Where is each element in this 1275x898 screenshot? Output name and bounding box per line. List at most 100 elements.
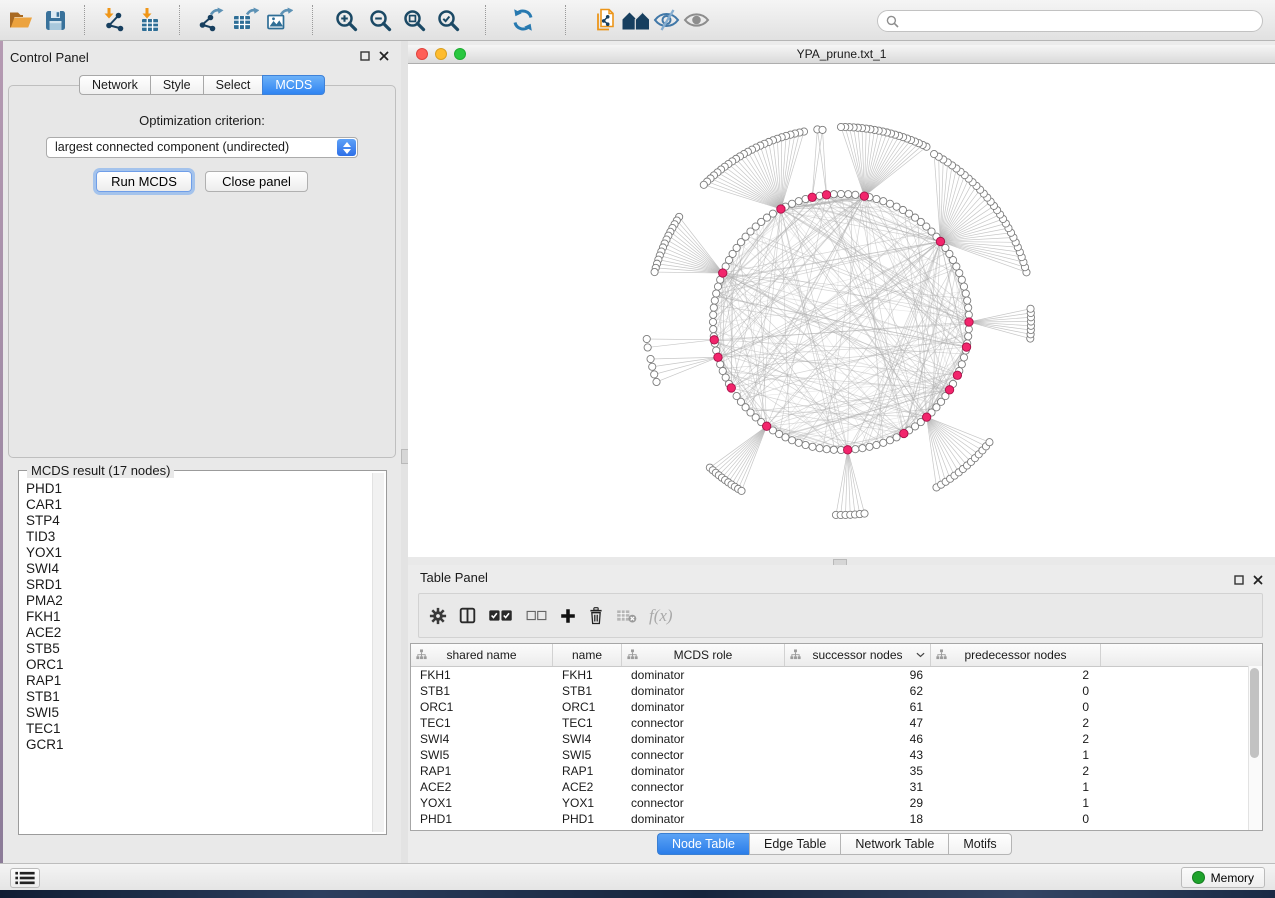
close-window-icon[interactable] <box>416 48 428 60</box>
zoom-selected-button[interactable] <box>431 3 465 37</box>
float-panel-icon[interactable] <box>1234 575 1244 585</box>
mcds-result-item[interactable]: TEC1 <box>21 721 370 737</box>
search-box[interactable] <box>877 10 1263 32</box>
mcds-result-item[interactable]: TID3 <box>21 529 370 545</box>
mcds-result-item[interactable]: ORC1 <box>21 657 370 673</box>
table-cell: 61 <box>785 699 931 715</box>
export-image-button[interactable] <box>262 3 296 37</box>
mcds-result-item[interactable]: PHD1 <box>21 481 370 497</box>
table-cell: 1 <box>931 779 1101 795</box>
mcds-result-item[interactable]: CAR1 <box>21 497 370 513</box>
table-row[interactable]: TEC1TEC1connector472 <box>411 715 1262 731</box>
node-table[interactable]: shared namenameMCDS rolesuccessor nodesp… <box>410 643 1263 831</box>
export-table-button[interactable] <box>228 3 262 37</box>
show-panels-button[interactable] <box>681 3 711 37</box>
network-overview-button[interactable] <box>621 3 651 37</box>
table-cell: FKH1 <box>553 667 622 683</box>
network-canvas[interactable] <box>408 64 1275 557</box>
mcds-result-item[interactable]: GCR1 <box>21 737 370 753</box>
delete-column-button[interactable] <box>586 604 606 627</box>
main-toolbar <box>0 0 1275 41</box>
column-header-predecessor-nodes[interactable]: predecessor nodes <box>931 644 1101 666</box>
mcds-result-item[interactable]: SWI5 <box>21 705 370 721</box>
save-session-button[interactable] <box>38 3 72 37</box>
column-header-successor-nodes[interactable]: successor nodes <box>785 644 931 666</box>
mcds-result-item[interactable]: YOX1 <box>21 545 370 561</box>
export-network-button[interactable] <box>194 3 228 37</box>
delete-table-button[interactable] <box>614 607 639 625</box>
toolbar-separator <box>312 5 313 35</box>
tab-select[interactable]: Select <box>203 75 263 95</box>
apply-layout-button[interactable] <box>506 3 540 37</box>
tab-mcds[interactable]: MCDS <box>262 75 325 95</box>
table-row[interactable]: SWI4SWI4dominator462 <box>411 731 1262 747</box>
network-view-titlebar[interactable]: YPA_prune.txt_1 <box>408 45 1275 64</box>
close-panel-icon[interactable] <box>1253 575 1263 585</box>
table-scrollbar-thumb[interactable] <box>1250 668 1259 758</box>
show-columns-button[interactable] <box>457 605 478 626</box>
table-cell: 1 <box>931 747 1101 763</box>
zoom-out-button[interactable] <box>363 3 397 37</box>
column-header-MCDS-role[interactable]: MCDS role <box>622 644 785 666</box>
node-table-body[interactable]: FKH1FKH1dominator962STB1STB1dominator620… <box>411 667 1262 827</box>
mcds-result-item[interactable]: RAP1 <box>21 673 370 689</box>
table-row[interactable]: ORC1ORC1dominator610 <box>411 699 1262 715</box>
deselect-all-columns-button[interactable] <box>523 607 550 624</box>
run-mcds-button[interactable]: Run MCDS <box>96 171 192 192</box>
table-row[interactable]: ACE2ACE2connector311 <box>411 779 1262 795</box>
save-icon <box>44 9 67 32</box>
tab-network-table[interactable]: Network Table <box>840 833 948 855</box>
tab-style[interactable]: Style <box>150 75 203 95</box>
table-scrollbar[interactable] <box>1248 666 1262 830</box>
zoom-fit-button[interactable] <box>397 3 431 37</box>
mcds-result-item[interactable]: STP4 <box>21 513 370 529</box>
tab-edge-table[interactable]: Edge Table <box>749 833 840 855</box>
import-table-button[interactable] <box>131 3 165 37</box>
table-row[interactable]: STB1STB1dominator620 <box>411 683 1262 699</box>
memory-button[interactable]: Memory <box>1181 867 1265 888</box>
trash-icon <box>588 606 604 625</box>
maximize-window-icon[interactable] <box>454 48 466 60</box>
vertical-splitter[interactable] <box>401 41 408 863</box>
add-column-button[interactable] <box>558 606 578 626</box>
tab-node-table[interactable]: Node Table <box>657 833 749 855</box>
mcds-result-item[interactable]: SWI4 <box>21 561 370 577</box>
mcds-result-scrollbar[interactable] <box>372 473 384 832</box>
mcds-result-item[interactable]: ACE2 <box>21 625 370 641</box>
tab-motifs[interactable]: Motifs <box>948 833 1011 855</box>
minimize-window-icon[interactable] <box>435 48 447 60</box>
tab-network[interactable]: Network <box>79 75 150 95</box>
table-settings-button[interactable] <box>427 605 449 627</box>
hide-panels-button[interactable] <box>651 3 681 37</box>
close-panel-icon[interactable] <box>379 51 389 61</box>
mcds-result-list[interactable]: PHD1CAR1STP4TID3YOX1SWI4SRD1PMA2FKH1ACE2… <box>21 481 370 832</box>
mcds-result-item[interactable]: PMA2 <box>21 593 370 609</box>
mcds-result-item[interactable]: SRD1 <box>21 577 370 593</box>
zoom-in-button[interactable] <box>329 3 363 37</box>
optimization-criterion-dropdown[interactable]: largest connected component (undirected) <box>46 137 358 158</box>
table-row[interactable]: PHD1PHD1dominator180 <box>411 811 1262 827</box>
window-traffic-lights[interactable] <box>416 48 466 60</box>
table-row[interactable]: FKH1FKH1dominator962 <box>411 667 1262 683</box>
table-row[interactable]: RAP1RAP1dominator352 <box>411 763 1262 779</box>
column-header-shared-name[interactable]: shared name <box>411 644 553 666</box>
select-all-columns-button[interactable] <box>486 606 515 625</box>
table-row[interactable]: YOX1YOX1connector291 <box>411 795 1262 811</box>
list-icon <box>15 871 35 885</box>
table-row[interactable]: SWI5SWI5connector431 <box>411 747 1262 763</box>
task-history-button[interactable] <box>10 868 40 888</box>
open-session-button[interactable] <box>4 3 38 37</box>
shared-column-icon <box>416 649 427 660</box>
column-header-name[interactable]: name <box>553 644 622 666</box>
mcds-result-item[interactable]: FKH1 <box>21 609 370 625</box>
function-builder-button[interactable]: f(x) <box>647 604 675 628</box>
mcds-result-item[interactable]: STB1 <box>21 689 370 705</box>
float-panel-icon[interactable] <box>360 51 370 61</box>
horizontal-splitter[interactable] <box>408 557 1275 565</box>
clone-network-button[interactable] <box>591 3 621 37</box>
node-table-header[interactable]: shared namenameMCDS rolesuccessor nodesp… <box>411 644 1262 667</box>
import-network-button[interactable] <box>97 3 131 37</box>
mcds-result-item[interactable]: STB5 <box>21 641 370 657</box>
close-panel-button[interactable]: Close panel <box>205 171 308 192</box>
search-input[interactable] <box>904 11 1262 31</box>
